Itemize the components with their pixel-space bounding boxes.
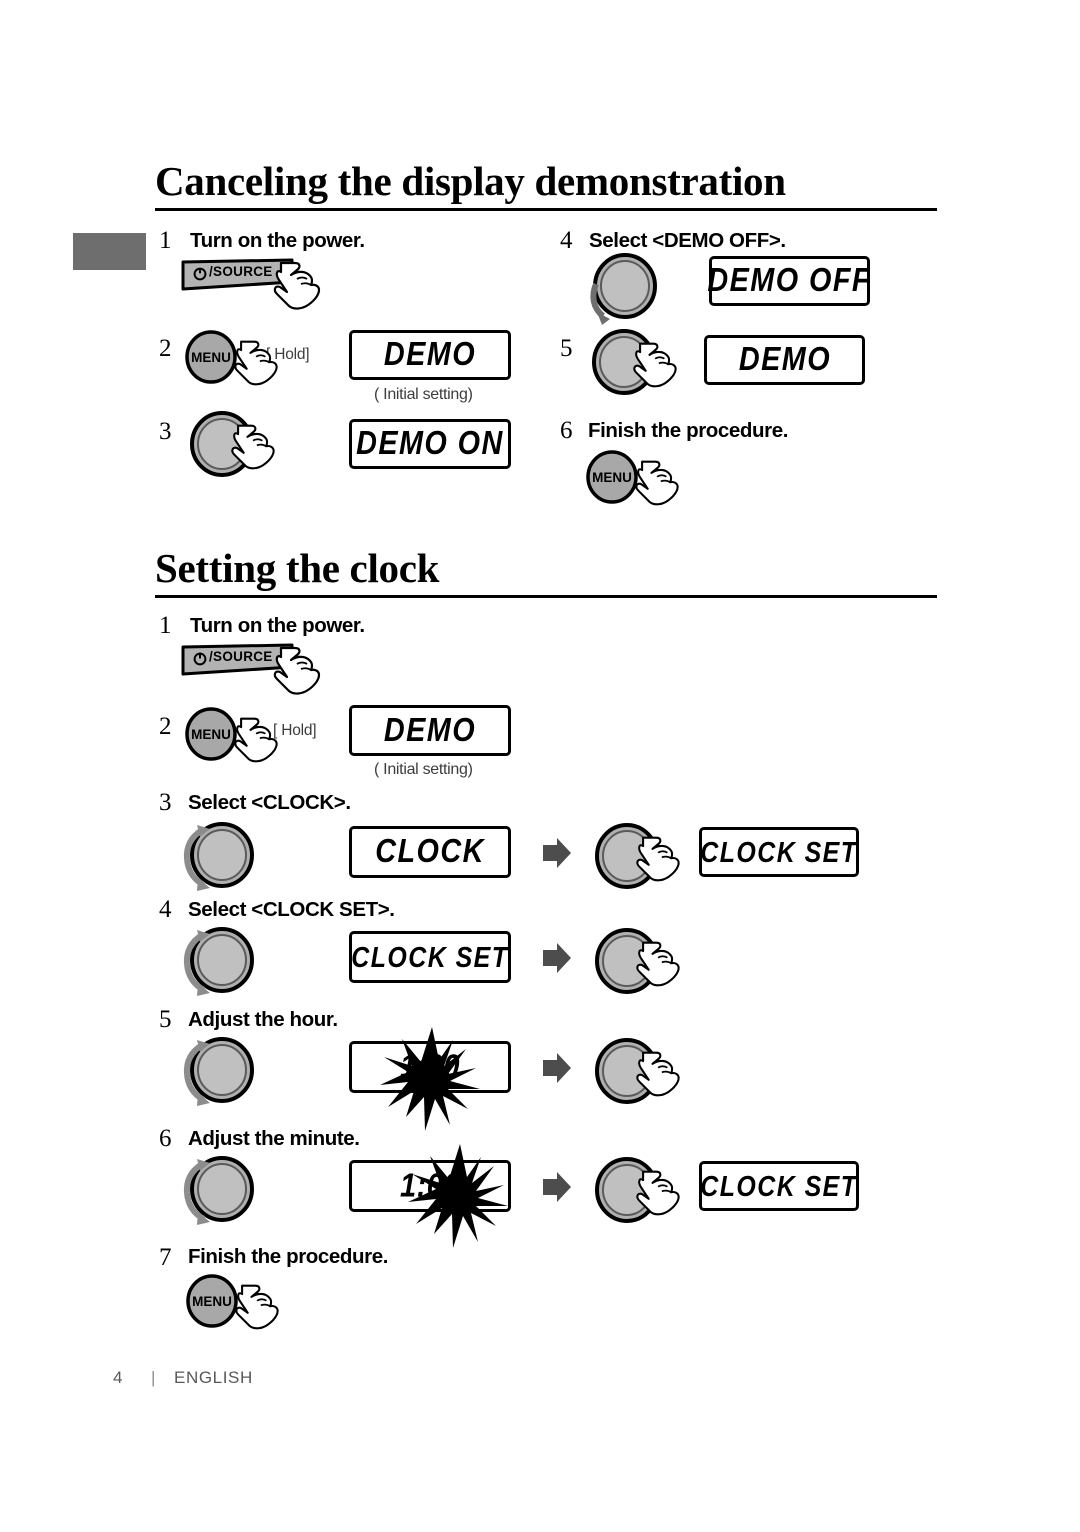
step-text-s1-6: Finish the procedure. [588, 419, 789, 442]
lcd-display-demo-s1-5: DEMO [704, 335, 865, 385]
step-text-s2-5: Adjust the hour. [188, 1008, 338, 1031]
page-footer: 4 | ENGLISH [113, 1368, 253, 1388]
lcd-display-time-minute: 1:00 [349, 1144, 511, 1248]
lcd-text: DEMO [738, 340, 831, 378]
svg-text:/SOURCE: /SOURCE [209, 649, 273, 664]
pointing-hand-icon [267, 258, 329, 325]
heading-rule [155, 595, 937, 598]
step-number-s2-5: 5 [159, 1006, 172, 1033]
lcd-display-time-hour: 1:00 [349, 1027, 511, 1131]
step-number-s1-3: 3 [159, 418, 172, 445]
pointing-hand-icon [228, 714, 286, 777]
pointing-hand-icon [630, 1048, 688, 1111]
step-number-s2-3: 3 [159, 789, 172, 816]
step-number-s1-6: 6 [560, 417, 573, 444]
pointing-hand-icon [228, 337, 286, 400]
step-number-s2-1: 1 [159, 612, 172, 639]
pointing-hand-icon [630, 1167, 688, 1230]
lcd-text: CLOCK SET [700, 1168, 858, 1203]
svg-text:/SOURCE: /SOURCE [209, 264, 273, 279]
step-text-s1-1: Turn on the power. [190, 229, 365, 252]
step-text-s2-7: Finish the procedure. [188, 1245, 389, 1268]
lcd-display-demo-off: DEMO OFF [707, 256, 872, 306]
lcd-text: DEMO OFF [707, 261, 872, 299]
step-number-s1-1: 1 [159, 227, 172, 254]
pointing-hand-icon [225, 421, 283, 484]
lcd-text: CLOCK [375, 832, 485, 870]
svg-text:MENU: MENU [191, 727, 231, 742]
section-heading-canceling: Canceling the display demonstration [155, 158, 937, 211]
step-text-s2-3: Select <CLOCK>. [188, 791, 351, 814]
lcd-display-clock-set-s2-6: CLOCK SET [699, 1161, 859, 1211]
step-number-s1-4: 4 [560, 227, 573, 254]
svg-text:MENU: MENU [592, 470, 632, 485]
pointing-hand-icon [630, 833, 688, 896]
svg-text:MENU: MENU [192, 1294, 232, 1309]
control-knob-rotate-s2-3[interactable] [178, 818, 266, 899]
control-knob-rotate-s2-5[interactable] [178, 1033, 266, 1114]
pointing-hand-icon [229, 1281, 287, 1344]
flow-arrow-icon [541, 941, 573, 980]
pointing-hand-icon [267, 643, 329, 710]
page-title-clock: Setting the clock [155, 545, 440, 591]
section-heading-clock: Setting the clock [155, 545, 937, 598]
step-text-s2-4: Select <CLOCK SET>. [188, 898, 395, 921]
step-text-s2-1: Turn on the power. [190, 614, 365, 637]
pointing-hand-icon [627, 339, 685, 402]
control-knob-rotate-s2-4[interactable] [178, 923, 266, 1004]
lcd-text: DEMO [383, 335, 477, 373]
lcd-display-demo-on: DEMO ON [349, 419, 511, 469]
footer-separator: | [151, 1368, 157, 1387]
flow-arrow-icon [541, 836, 573, 875]
flow-arrow-icon [541, 1051, 573, 1090]
pointing-hand-icon [630, 938, 688, 1001]
step-number-s2-4: 4 [159, 896, 172, 923]
step-number-s1-5: 5 [560, 335, 573, 362]
manual-page: Canceling the display demonstration 1 Tu… [0, 0, 1080, 1532]
lcd-display-clock: CLOCK [349, 826, 511, 878]
flow-arrow-icon [541, 1170, 573, 1209]
lcd-text: CLOCK SET [351, 939, 509, 974]
thumb-index-tab [73, 233, 146, 270]
page-title-canceling: Canceling the display demonstration [155, 158, 786, 204]
step-text-s2-6: Adjust the minute. [188, 1127, 360, 1150]
step-number-s2-6: 6 [159, 1125, 172, 1152]
lcd-text: 1:00 [399, 1167, 461, 1204]
step-number-s1-2: 2 [159, 335, 172, 362]
step-number-s2-2: 2 [159, 713, 172, 740]
step-text-s1-4: Select <DEMO OFF>. [589, 229, 786, 252]
heading-rule [155, 208, 937, 211]
lcd-display-clock-set-s2-3: CLOCK SET [699, 827, 859, 877]
step-number-s2-7: 7 [159, 1244, 172, 1271]
footer-language: ENGLISH [174, 1368, 253, 1387]
control-knob-rotate-s1-4[interactable] [583, 252, 665, 333]
control-knob-rotate-s2-6[interactable] [178, 1152, 266, 1233]
lcd-display-demo-s1-2: DEMO [349, 330, 511, 380]
pointing-hand-icon [629, 457, 687, 520]
lcd-text: DEMO [383, 711, 477, 749]
lcd-text: DEMO ON [356, 424, 504, 462]
svg-text:MENU: MENU [191, 350, 231, 365]
lcd-text: 1:00 [399, 1048, 461, 1085]
initial-setting-caption-s1: ( Initial setting) [374, 386, 473, 403]
page-number: 4 [113, 1368, 124, 1387]
lcd-text: CLOCK SET [700, 834, 858, 869]
lcd-display-clock-set-s2-4: CLOCK SET [349, 931, 511, 983]
initial-setting-caption-s2: ( Initial setting) [374, 761, 473, 778]
lcd-display-demo-s2-2: DEMO [349, 705, 511, 756]
